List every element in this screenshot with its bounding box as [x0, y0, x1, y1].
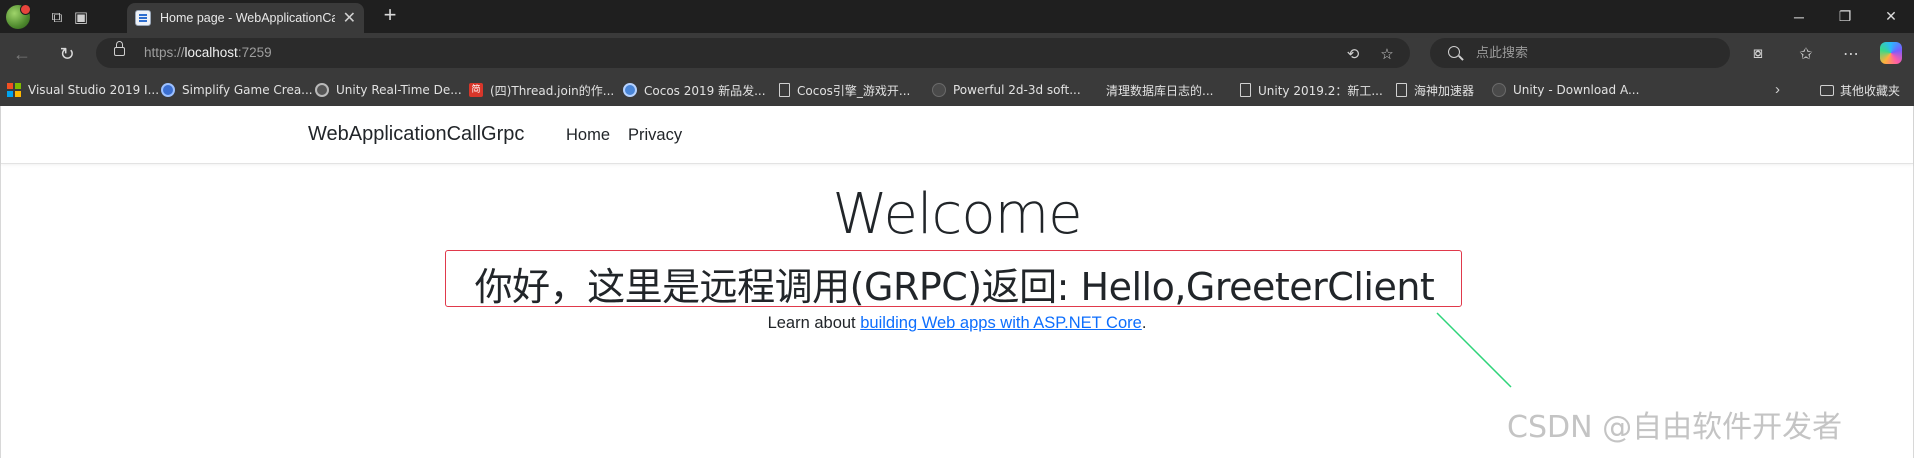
- bookmark-item[interactable]: Simplify Game Crea...: [161, 80, 313, 100]
- jianshu-icon: 简: [469, 83, 483, 97]
- bookmarks-bar: Visual Studio 2019 I... Simplify Game Cr…: [0, 73, 1914, 106]
- unity-icon: [315, 83, 329, 97]
- annotation-arrow: [1436, 312, 1512, 388]
- refresh-icon[interactable]: ↻: [54, 41, 80, 67]
- bookmark-label: Cocos引擎_游戏开...: [797, 83, 911, 98]
- site-navbar: WebApplicationCallGrpc Home Privacy: [1, 106, 1913, 164]
- grpc-response-message: 你好，这里是远程调用(GRPC)返回: Hello,GreeterClient: [474, 265, 1435, 309]
- close-tab-icon[interactable]: ✕: [343, 8, 356, 28]
- annotation-arrow-line: [1436, 312, 1512, 388]
- bookmark-label: Unity - Download A...: [1513, 83, 1640, 97]
- site-info-icon[interactable]: [114, 41, 125, 56]
- bookmark-item[interactable]: Cocos 2019 新品发...: [623, 80, 766, 100]
- tab-actions-icon[interactable]: ▣: [70, 6, 92, 28]
- cocos-icon: [623, 83, 637, 97]
- learn-suffix: .: [1141, 314, 1147, 332]
- bookmark-item[interactable]: 海神加速器: [1396, 80, 1474, 100]
- learn-prefix: Learn about: [767, 314, 861, 332]
- page-icon: [1396, 83, 1407, 97]
- read-aloud-icon[interactable]: ⟲: [1342, 43, 1364, 65]
- site-brand[interactable]: WebApplicationCallGrpc: [308, 123, 524, 146]
- bookmark-item[interactable]: Cocos引擎_游戏开...: [779, 80, 910, 100]
- extensions-icon[interactable]: ⧇: [1745, 41, 1771, 67]
- page-title: Welcome: [832, 182, 1082, 247]
- close-window-button[interactable]: ✕: [1868, 2, 1914, 31]
- bookmark-item[interactable]: Unity Real-Time De...: [315, 80, 462, 100]
- page-viewport: WebApplicationCallGrpc Home Privacy Welc…: [0, 106, 1914, 458]
- search-icon: [1448, 46, 1460, 58]
- learn-about-text: Learn about building Web apps with ASP.N…: [1, 314, 1913, 333]
- unity-icon: [1492, 83, 1506, 97]
- search-box[interactable]: [1430, 38, 1730, 68]
- tab-strip: ⧉ ▣ Home page - WebApplicationCal ✕ + ─ …: [0, 0, 1914, 33]
- bookmark-label: (四)Thread.join的作...: [490, 83, 615, 98]
- annotation-highlight-box: 你好，这里是远程调用(GRPC)返回: Hello,GreeterClient: [445, 250, 1462, 309]
- restore-button[interactable]: ❐: [1822, 2, 1868, 31]
- workspaces-icon[interactable]: ⧉: [46, 6, 68, 28]
- back-icon[interactable]: ←: [9, 41, 35, 67]
- bookmark-label: Unity Real-Time De...: [336, 83, 462, 97]
- bookmark-item[interactable]: 简 (四)Thread.join的作...: [469, 80, 614, 100]
- bookmark-item[interactable]: Powerful 2d-3d soft...: [932, 80, 1081, 100]
- csdn-watermark: CSDN @自由软件开发者: [1507, 410, 1843, 445]
- new-tab-button[interactable]: +: [378, 4, 402, 28]
- browser-chrome: ⧉ ▣ Home page - WebApplicationCal ✕ + ─ …: [0, 0, 1914, 106]
- browser-toolbar: ← ↻ https://localhost:7259 ⟲ ☆ ⧇ ✩ ⋯: [0, 33, 1914, 73]
- copilot-icon[interactable]: [1880, 42, 1902, 64]
- bookmarks-overflow-icon[interactable]: ›: [1775, 81, 1780, 98]
- site-icon: [932, 83, 946, 97]
- page-favicon-icon: [135, 10, 151, 26]
- search-input[interactable]: [1476, 43, 1716, 63]
- visual-studio-icon: [7, 83, 21, 97]
- bookmark-label: 清理数据库日志的...: [1106, 83, 1214, 98]
- tab-home-page[interactable]: Home page - WebApplicationCal ✕: [127, 3, 364, 33]
- bookmark-label: 海神加速器: [1414, 83, 1475, 98]
- folder-icon: [1820, 84, 1834, 96]
- other-favorites-label: 其他收藏夹: [1840, 83, 1901, 98]
- tab-title: Home page - WebApplicationCal: [160, 11, 335, 25]
- url-port: :7259: [237, 45, 272, 60]
- bookmark-label: Powerful 2d-3d soft...: [953, 83, 1081, 97]
- profile-avatar[interactable]: [6, 4, 31, 29]
- url-scheme: https://: [144, 45, 185, 60]
- aspnet-docs-link[interactable]: building Web apps with ASP.NET Core: [860, 314, 1142, 332]
- url-host: localhost: [184, 45, 238, 60]
- nav-privacy-link[interactable]: Privacy: [628, 126, 682, 145]
- minimize-button[interactable]: ─: [1776, 2, 1822, 31]
- address-bar[interactable]: https://localhost:7259 ⟲ ☆: [96, 38, 1410, 68]
- bookmark-item[interactable]: Unity - Download A...: [1492, 80, 1639, 100]
- star-icon[interactable]: ☆: [1376, 43, 1398, 65]
- bookmark-label: Simplify Game Crea...: [182, 83, 313, 97]
- more-icon[interactable]: ⋯: [1838, 41, 1864, 67]
- other-favorites-folder[interactable]: 其他收藏夹: [1820, 80, 1900, 100]
- address-url[interactable]: https://localhost:7259: [144, 45, 272, 60]
- page-icon: [779, 83, 790, 97]
- site-icon: [161, 83, 175, 97]
- page-icon: [1240, 83, 1251, 97]
- bookmark-label: Cocos 2019 新品发...: [644, 83, 766, 98]
- nav-home-link[interactable]: Home: [566, 126, 610, 145]
- bookmark-item[interactable]: Visual Studio 2019 I...: [7, 80, 159, 100]
- bookmark-item[interactable]: 清理数据库日志的...: [1106, 80, 1213, 100]
- bookmark-label: Visual Studio 2019 I...: [28, 83, 160, 97]
- bookmark-item[interactable]: Unity 2019.2：新工...: [1240, 80, 1383, 100]
- bookmark-label: Unity 2019.2：新工...: [1258, 83, 1383, 98]
- favorites-icon[interactable]: ✩: [1793, 41, 1819, 67]
